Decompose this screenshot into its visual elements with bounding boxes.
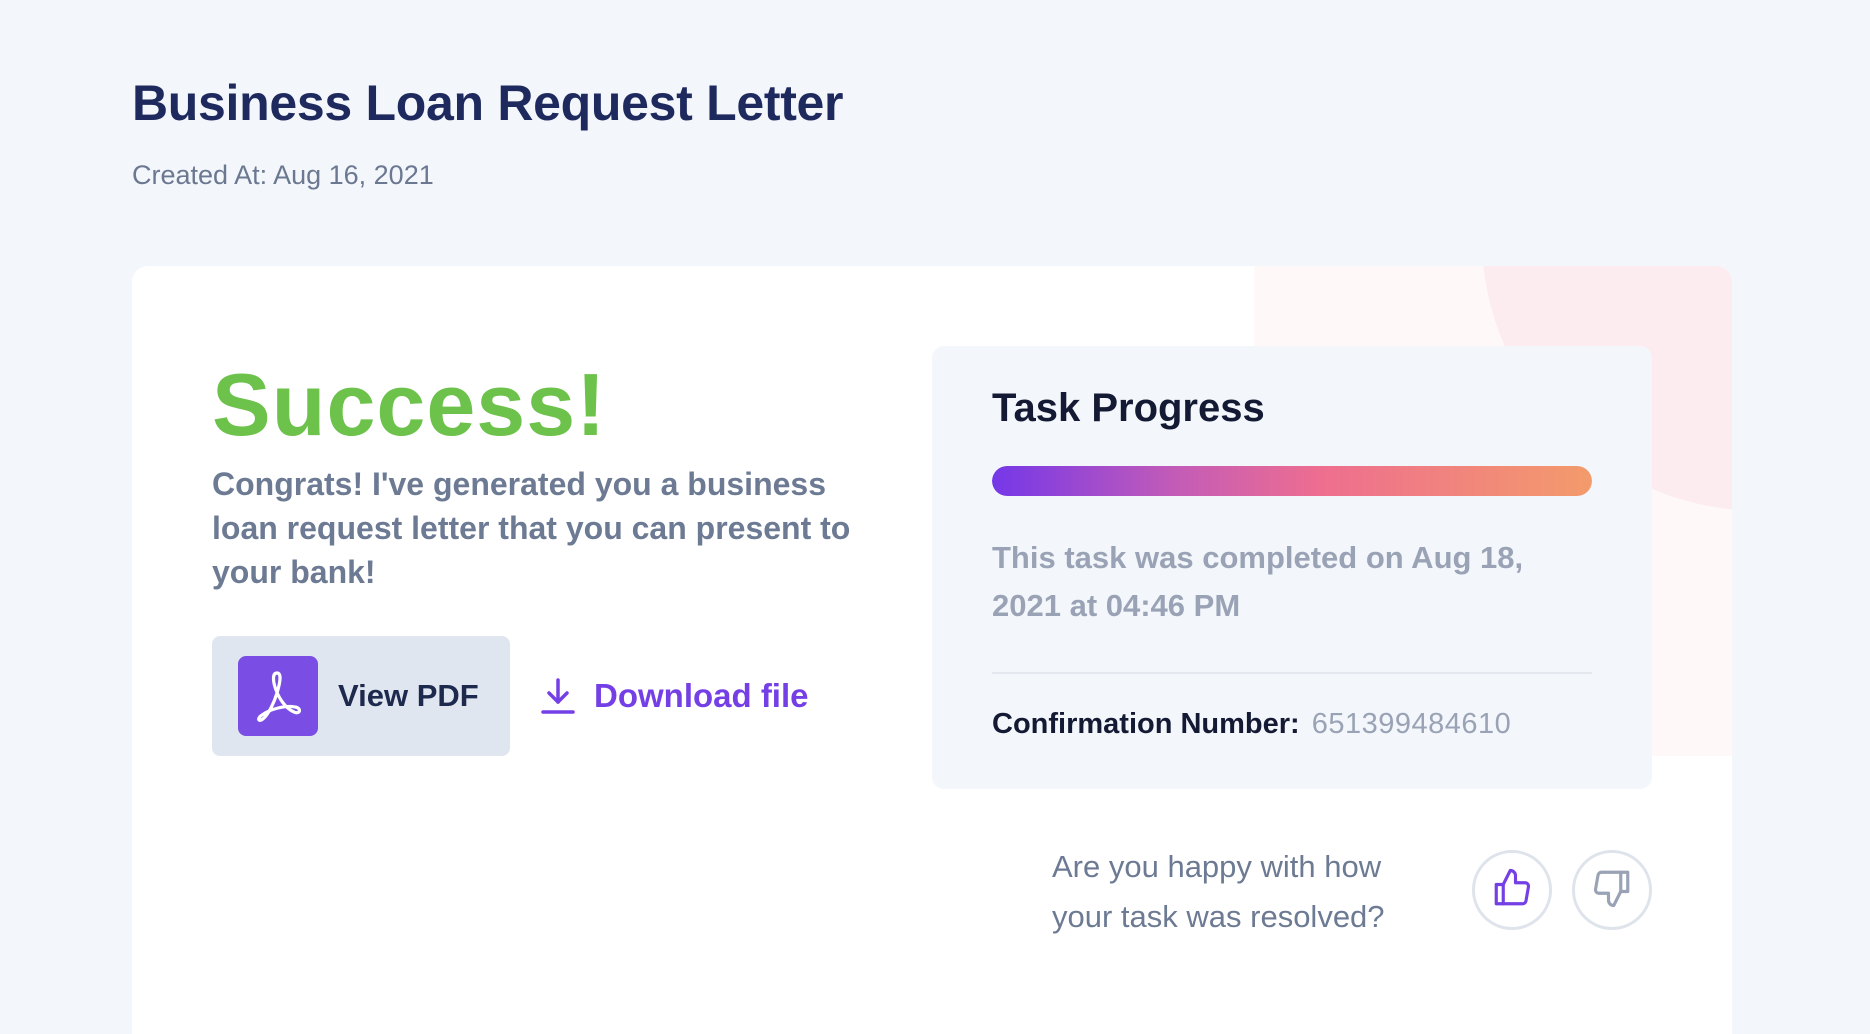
task-progress-panel: Task Progress This task was completed on… — [932, 346, 1652, 789]
thumbs-up-icon — [1491, 867, 1533, 914]
pdf-icon — [238, 656, 318, 736]
thumbs-down-button[interactable] — [1572, 850, 1652, 930]
success-heading: Success! — [212, 355, 607, 454]
result-card: Success! Congrats! I've generated you a … — [132, 266, 1732, 1034]
task-progress-fill — [992, 466, 1592, 496]
download-file-link[interactable]: Download file — [540, 666, 809, 726]
task-progress-bar — [992, 466, 1592, 496]
confirmation-number: Confirmation Number: 651399484610 — [992, 708, 1511, 741]
success-message: Congrats! I've generated you a business … — [212, 466, 851, 590]
task-completed-text: This task was completed on Aug 18, 2021 … — [992, 540, 1524, 623]
task-progress-title: Task Progress — [992, 386, 1265, 430]
view-pdf-button[interactable]: View PDF — [212, 636, 510, 756]
view-pdf-label: View PDF — [338, 678, 479, 713]
divider — [992, 672, 1592, 674]
page-title: Business Loan Request Letter — [132, 75, 844, 131]
page: Business Loan Request Letter Created At:… — [0, 0, 1870, 1034]
confirmation-number-label: Confirmation Number: — [992, 708, 1300, 740]
created-at-date: Created At: Aug 16, 2021 — [132, 160, 434, 190]
download-icon — [540, 676, 576, 716]
thumbs-up-button[interactable] — [1472, 850, 1552, 930]
download-file-label: Download file — [594, 677, 809, 714]
feedback-question: Are you happy with how your task was res… — [1052, 849, 1385, 934]
confirmation-number-value: 651399484610 — [1311, 708, 1512, 740]
thumbs-down-icon — [1591, 867, 1633, 914]
